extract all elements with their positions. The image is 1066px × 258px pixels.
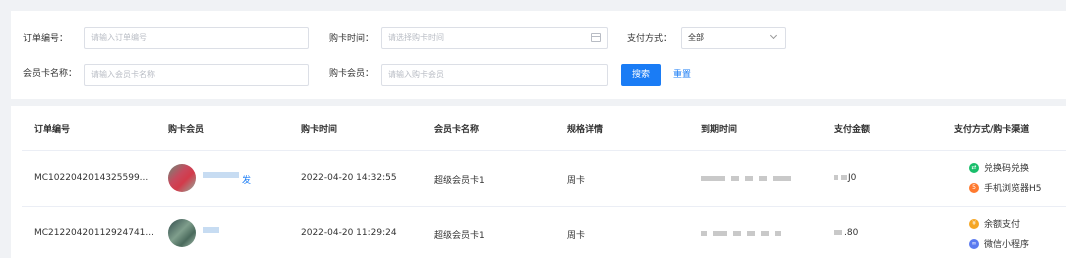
pay-method-label: 支付方式： (627, 34, 673, 44)
pay-method-item: ⇄ 兑换码兑换 (969, 161, 1029, 174)
card-name-cell: 超级会员卡1 (434, 176, 485, 186)
purchase-time-label: 购卡时间： (329, 34, 375, 44)
member-label: 购卡会员： (329, 69, 375, 79)
purchase-time-cell: 2022-04-20 14:32:55 (301, 173, 397, 183)
expire-time-masked (701, 174, 797, 184)
card-name-input[interactable]: 请输入会员卡名称 (84, 64, 309, 86)
expire-time-masked (701, 229, 787, 239)
chevron-down-icon (769, 31, 778, 40)
html5-icon: 5 (969, 182, 979, 193)
spec-cell: 周卡 (567, 231, 586, 241)
spec-cell: 周卡 (567, 176, 586, 186)
header-card-name: 会员卡名称 (434, 125, 480, 135)
amount-suffix: .80 (844, 228, 859, 238)
purchase-time-placeholder: 请选择购卡时间 (388, 33, 444, 42)
order-no-cell: MC21220420112924741... (34, 228, 154, 238)
order-no-input[interactable]: 请输入订单编号 (84, 27, 309, 49)
yuan-icon: ¥ (969, 218, 979, 229)
pay-method-label: 余额支付 (984, 220, 1021, 230)
member-name-masked (203, 172, 239, 178)
avatar (168, 164, 196, 192)
channel-item: 5 手机浏览器H5 (969, 181, 1042, 194)
search-button[interactable]: 搜索 (621, 64, 661, 86)
header-purchase-time: 购卡时间 (301, 125, 338, 135)
header-expire-time: 到期时间 (701, 125, 738, 135)
header-amount: 支付金额 (834, 125, 871, 135)
order-no-cell: MC1022042014325599... (34, 173, 149, 183)
member-name-suffix: 发 (242, 176, 252, 186)
header-order-no: 订单编号 (34, 125, 71, 135)
member-input[interactable]: 请输入购卡会员 (381, 64, 608, 86)
pay-method-value: 全部 (688, 33, 704, 42)
member-name-masked (203, 227, 219, 233)
avatar (168, 219, 196, 247)
header-pay-channel: 支付方式/购卡渠道 (954, 125, 1030, 135)
pay-method-label: 兑换码兑换 (984, 164, 1030, 174)
purchase-time-picker[interactable]: 请选择购卡时间 (381, 27, 608, 49)
miniprogram-icon: ∞ (969, 238, 979, 249)
reset-button[interactable]: 重置 (673, 64, 691, 86)
channel-label: 手机浏览器H5 (984, 184, 1042, 194)
header-spec: 规格详情 (567, 125, 604, 135)
card-name-label: 会员卡名称： (23, 69, 78, 79)
header-member: 购卡会员 (168, 125, 205, 135)
amount-cell: J0 (834, 173, 856, 183)
order-no-label: 订单编号： (23, 34, 69, 44)
row-divider (22, 206, 1066, 207)
channel-label: 微信小程序 (984, 240, 1030, 250)
pay-method-item: ¥ 余额支付 (969, 217, 1020, 230)
row-divider (22, 150, 1066, 151)
calendar-icon (591, 33, 601, 42)
exchange-icon: ⇄ (969, 162, 979, 173)
orders-table: 订单编号 购卡会员 购卡时间 会员卡名称 规格详情 到期时间 支付金额 支付方式… (11, 106, 1066, 258)
amount-suffix: J0 (848, 173, 857, 183)
purchase-time-cell: 2022-04-20 11:29:24 (301, 228, 397, 238)
card-name-cell: 超级会员卡1 (434, 231, 485, 241)
amount-cell: .80 (834, 228, 858, 238)
pay-method-select[interactable]: 全部 (681, 27, 786, 49)
filter-panel: 订单编号： 请输入订单编号 购卡时间： 请选择购卡时间 支付方式： 全部 会员卡… (11, 11, 1066, 99)
channel-item: ∞ 微信小程序 (969, 237, 1029, 250)
